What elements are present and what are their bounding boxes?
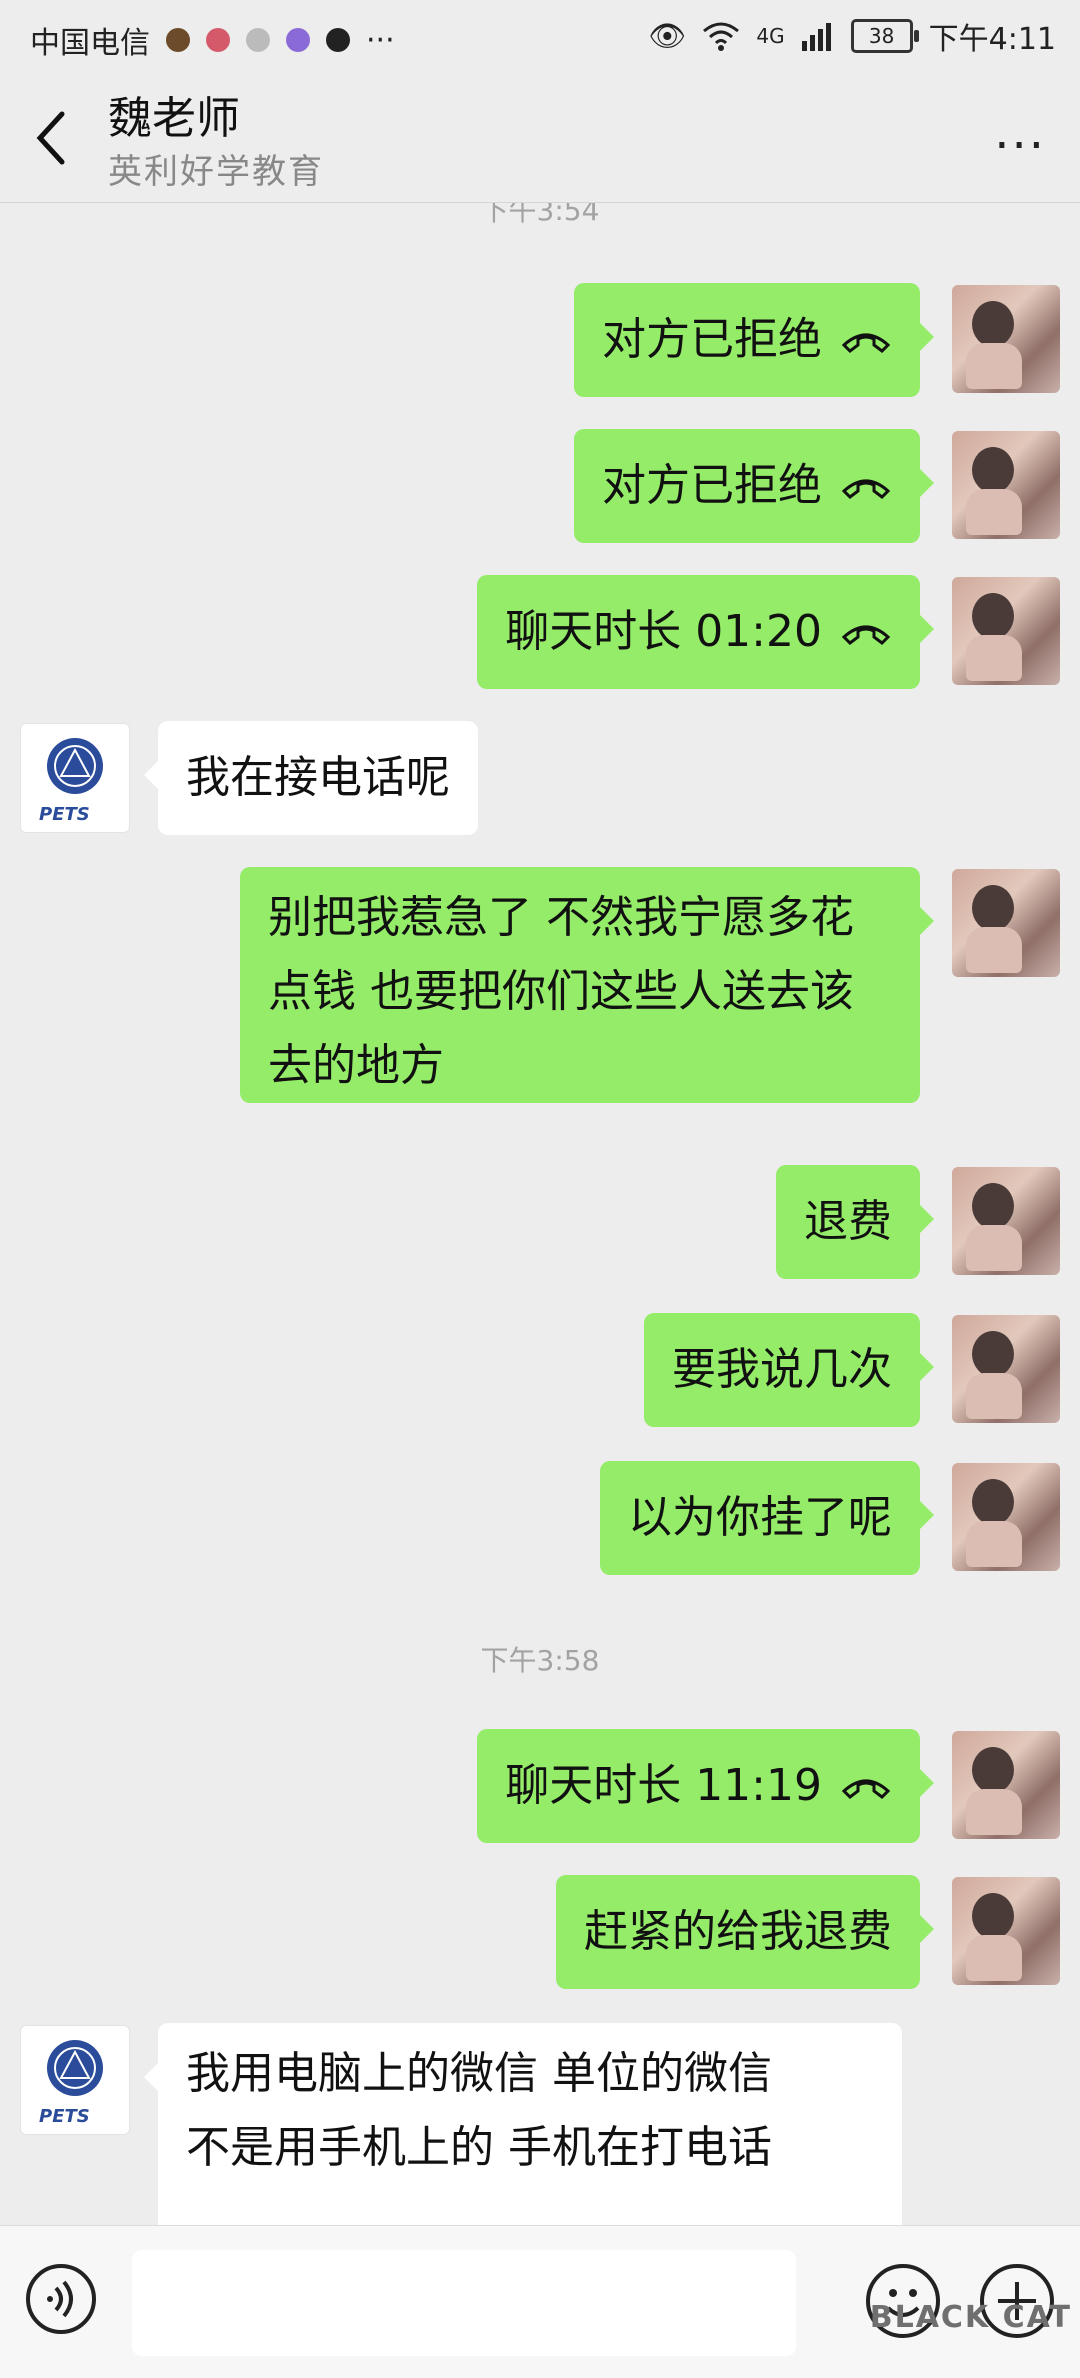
- message-text: 要我说几次: [672, 1344, 892, 1395]
- message-text: 对方已拒绝: [602, 314, 822, 365]
- message-text: 退费: [804, 1196, 892, 1247]
- chat-header: 魏老师 英利好学教育 ...: [0, 72, 1080, 203]
- message-bubble[interactable]: 要我说几次: [644, 1313, 934, 1427]
- tiktok-icon: [326, 28, 350, 52]
- message-text-line: 我用电脑上的微信 单位的微信: [186, 2048, 772, 2099]
- my-avatar[interactable]: [952, 1731, 1060, 1839]
- hangup-phone-icon: [841, 1779, 891, 1799]
- app-notification-icon: [206, 28, 230, 52]
- avatar-label: PETS: [39, 2106, 90, 2127]
- avatar-label: PETS: [39, 804, 90, 825]
- carrier-label: 中国电信: [30, 26, 150, 61]
- my-avatar[interactable]: [952, 577, 1060, 685]
- message-text-line: 不是用手机上的 手机在打电话: [186, 2122, 772, 2173]
- chat-title: 魏老师: [108, 93, 240, 144]
- more-button[interactable]: ...: [994, 108, 1046, 156]
- my-avatar[interactable]: [952, 869, 1060, 977]
- contact-avatar[interactable]: PETS: [20, 723, 130, 833]
- back-button[interactable]: [32, 108, 72, 168]
- watermark: BLACK CAT: [869, 2300, 1072, 2335]
- message-text: 对方已拒绝: [602, 460, 822, 511]
- my-avatar[interactable]: [952, 1463, 1060, 1571]
- my-avatar[interactable]: [952, 285, 1060, 393]
- voice-icon[interactable]: [26, 2264, 96, 2334]
- app-notification-icon: [286, 28, 310, 52]
- hangup-phone-icon: [841, 625, 891, 645]
- message-text: 聊天时长 11:19: [505, 1760, 822, 1811]
- my-avatar[interactable]: [952, 431, 1060, 539]
- contact-avatar[interactable]: PETS: [20, 2025, 130, 2135]
- message-bubble[interactable]: 对方已拒绝: [574, 429, 934, 543]
- status-bar: 中国电信 ··· 👁 4G 38 下午4:11: [0, 0, 1080, 72]
- message-list[interactable]: 下午3:54 对方已拒绝 对方已拒绝 聊天时长 01:20 PETS 我在接电话…: [0, 203, 1080, 2225]
- message-bubble[interactable]: 我在接电话呢: [144, 721, 478, 835]
- my-avatar[interactable]: [952, 1877, 1060, 1985]
- message-bubble[interactable]: 退费: [776, 1165, 934, 1279]
- message-bubble[interactable]: 以为你挂了呢: [600, 1461, 934, 1575]
- message-text: 赶紧的给我退费: [584, 1906, 892, 1957]
- message-text: 以为你挂了呢: [628, 1492, 892, 1543]
- battery-level: 38: [868, 24, 895, 48]
- my-avatar[interactable]: [952, 1315, 1060, 1423]
- clock: 下午4:11: [928, 22, 1056, 57]
- message-text: 我在接电话呢: [186, 752, 450, 803]
- message-bubble[interactable]: 聊天时长 01:20: [477, 575, 934, 689]
- app-notification-icon: [246, 28, 270, 52]
- network-type-label: 4G: [756, 24, 785, 48]
- more-notifications-icon: ···: [366, 22, 395, 58]
- timestamp: 下午3:54: [480, 203, 600, 227]
- wifi-icon: [703, 22, 740, 51]
- signal-icon: [801, 23, 831, 51]
- app-notification-icon: [166, 28, 190, 52]
- message-text-line: 去的地方: [268, 1040, 444, 1091]
- message-text: 聊天时长 01:20: [505, 606, 822, 657]
- message-text-line: 别把我惹急了 不然我宁愿多花: [268, 892, 854, 943]
- message-input[interactable]: [132, 2250, 796, 2356]
- hangup-phone-icon: [841, 479, 891, 499]
- message-bubble[interactable]: 对方已拒绝: [574, 283, 934, 397]
- my-avatar[interactable]: [952, 1167, 1060, 1275]
- timestamp: 下午3:58: [480, 1644, 600, 1677]
- message-bubble[interactable]: 我用电脑上的微信 单位的微信 不是用手机上的 手机在打电话: [144, 2023, 902, 2225]
- message-bubble[interactable]: 别把我惹急了 不然我宁愿多花 点钱 也要把你们这些人送去该 去的地方: [240, 867, 934, 1103]
- message-bubble[interactable]: 聊天时长 11:19: [477, 1729, 934, 1843]
- hangup-phone-icon: [841, 333, 891, 353]
- eye-icon: 👁: [648, 18, 687, 54]
- battery-icon: 38: [850, 19, 919, 53]
- chat-subtitle: 英利好学教育: [108, 152, 324, 192]
- message-bubble[interactable]: 赶紧的给我退费: [556, 1875, 934, 1989]
- message-text-line: 点钱 也要把你们这些人送去该: [268, 966, 854, 1017]
